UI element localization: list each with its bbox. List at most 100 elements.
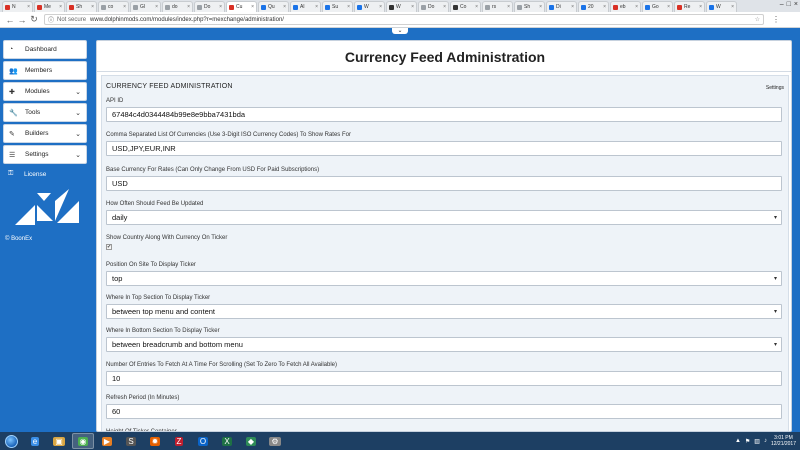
- browser-tab[interactable]: Gl ×: [130, 1, 161, 12]
- forward-icon[interactable]: →: [16, 15, 28, 25]
- show-country-checkbox[interactable]: ✔: [106, 244, 112, 250]
- minimize-icon[interactable]: –: [780, 1, 784, 8]
- excel-icon[interactable]: X: [216, 433, 238, 449]
- text-input[interactable]: USD: [106, 176, 782, 191]
- browser-tab[interactable]: Go ×: [642, 1, 673, 12]
- sublime-icon[interactable]: S: [120, 433, 142, 449]
- start-button[interactable]: [0, 433, 22, 449]
- chrome-icon[interactable]: ◉: [72, 433, 94, 449]
- folder-icon[interactable]: ▣: [48, 433, 70, 449]
- select-field[interactable]: top ▾: [106, 271, 782, 286]
- tool-icon[interactable]: ⚙: [264, 433, 286, 449]
- tab-close-icon[interactable]: ×: [507, 4, 510, 10]
- browser-tab[interactable]: Do ×: [194, 1, 225, 12]
- text-input[interactable]: 67484c4d0344484b99e8e9bba7431bda: [106, 107, 782, 122]
- tab-close-icon[interactable]: ×: [379, 4, 382, 10]
- bookmark-star-icon[interactable]: ☆: [755, 16, 760, 23]
- browser-tab[interactable]: Al ×: [290, 1, 321, 12]
- browser-tab[interactable]: rs ×: [482, 1, 513, 12]
- browser-tab[interactable]: Re ×: [674, 1, 705, 12]
- browser-tab[interactable]: N ×: [2, 1, 33, 12]
- text-input[interactable]: USD,JPY,EUR,INR: [106, 141, 782, 156]
- sidebar-item-modules[interactable]: ✚ Modules ⌄: [3, 82, 87, 101]
- browser-tab[interactable]: Di ×: [546, 1, 577, 12]
- tab-close-icon[interactable]: ×: [27, 4, 30, 10]
- tab-close-icon[interactable]: ×: [699, 4, 702, 10]
- sidebar-item-builders[interactable]: ✎ Builders ⌄: [3, 124, 87, 143]
- tab-close-icon[interactable]: ×: [187, 4, 190, 10]
- browser-tab[interactable]: Sh ×: [514, 1, 545, 12]
- info-icon[interactable]: ⓘ: [48, 15, 54, 24]
- tab-close-icon[interactable]: ×: [571, 4, 574, 10]
- tab-close-icon[interactable]: ×: [155, 4, 158, 10]
- tab-favicon-icon: [5, 4, 10, 10]
- close-window-icon[interactable]: ×: [794, 1, 798, 8]
- text-input[interactable]: 60: [106, 404, 782, 419]
- ie-icon[interactable]: e: [24, 433, 46, 449]
- top-panel-toggle-icon[interactable]: ⌄: [392, 28, 408, 34]
- tab-close-icon[interactable]: ×: [539, 4, 542, 10]
- browser-tab[interactable]: Do ×: [418, 1, 449, 12]
- network-icon[interactable]: ▥: [754, 438, 760, 445]
- settings-link[interactable]: Settings: [766, 85, 784, 91]
- sidebar-item-license[interactable]: ⚿ License: [3, 166, 87, 182]
- sidebar-item-tools[interactable]: 🔧 Tools ⌄: [3, 103, 87, 122]
- maximize-icon[interactable]: □: [787, 1, 791, 8]
- back-icon[interactable]: ←: [4, 15, 16, 25]
- tab-close-icon[interactable]: ×: [347, 4, 350, 10]
- sidebar-item-members[interactable]: 👥 Members: [3, 61, 87, 80]
- field-label: Position On Site To Display Ticker: [106, 262, 196, 268]
- tab-close-icon[interactable]: ×: [251, 4, 254, 10]
- form-field: Where In Top Section To Display Ticker be…: [106, 295, 782, 319]
- browser-tab[interactable]: W ×: [386, 1, 417, 12]
- firefox-icon[interactable]: ✹: [144, 433, 166, 449]
- browser-menu-icon[interactable]: ⋮: [772, 15, 780, 24]
- flag-icon[interactable]: ⚑: [745, 438, 750, 445]
- select-field[interactable]: between breadcrumb and bottom menu ▾: [106, 337, 782, 352]
- browser-tab[interactable]: Me ×: [34, 1, 65, 12]
- tab-close-icon[interactable]: ×: [283, 4, 286, 10]
- media-icon[interactable]: ▶: [96, 433, 118, 449]
- address-bar[interactable]: ⓘ Not secure www.dolphinmods.com/modules…: [44, 14, 764, 25]
- tab-close-icon[interactable]: ×: [667, 4, 670, 10]
- tab-close-icon[interactable]: ×: [315, 4, 318, 10]
- browser-tab[interactable]: do ×: [162, 1, 193, 12]
- browser-tab[interactable]: Co ×: [450, 1, 481, 12]
- tab-close-icon[interactable]: ×: [219, 4, 222, 10]
- tray-arrow-icon[interactable]: ▲: [735, 438, 741, 444]
- sidebar-item-dashboard[interactable]: ◔ Dashboard: [3, 40, 87, 59]
- tab-label: Co: [460, 4, 467, 10]
- game-icon[interactable]: ◆: [240, 433, 262, 449]
- outlook-icon[interactable]: O: [192, 433, 214, 449]
- text-input[interactable]: 10: [106, 371, 782, 386]
- browser-tab[interactable]: co ×: [98, 1, 129, 12]
- clock[interactable]: 3:01 PM 12/21/2017: [771, 435, 796, 447]
- dropdown-caret-icon: ▾: [773, 215, 777, 221]
- sidebar-item-label: Modules: [25, 88, 50, 95]
- tab-close-icon[interactable]: ×: [731, 4, 734, 10]
- browser-tab[interactable]: Cu ×: [226, 1, 257, 12]
- filezilla-icon[interactable]: Z: [168, 433, 190, 449]
- tab-close-icon[interactable]: ×: [475, 4, 478, 10]
- tab-close-icon[interactable]: ×: [91, 4, 94, 10]
- sidebar-item-settings[interactable]: ☰ Settings ⌄: [3, 145, 87, 164]
- browser-tab[interactable]: Qu ×: [258, 1, 289, 12]
- tab-close-icon[interactable]: ×: [443, 4, 446, 10]
- tab-close-icon[interactable]: ×: [635, 4, 638, 10]
- browser-tab[interactable]: Sh ×: [66, 1, 97, 12]
- browser-tab[interactable]: W ×: [706, 1, 737, 12]
- browser-tab[interactable]: 20 ×: [578, 1, 609, 12]
- tab-close-icon[interactable]: ×: [123, 4, 126, 10]
- browser-tab[interactable]: eb ×: [610, 1, 641, 12]
- chevron-down-icon: ⌄: [75, 109, 81, 117]
- tab-close-icon[interactable]: ×: [603, 4, 606, 10]
- select-field[interactable]: between top menu and content ▾: [106, 304, 782, 319]
- browser-tab[interactable]: Su ×: [322, 1, 353, 12]
- tab-close-icon[interactable]: ×: [59, 4, 62, 10]
- volume-icon[interactable]: ♪: [764, 438, 767, 444]
- select-field[interactable]: daily ▾: [106, 210, 782, 225]
- sidebar-item-label: Dashboard: [25, 46, 57, 53]
- tab-close-icon[interactable]: ×: [411, 4, 414, 10]
- browser-tab[interactable]: W ×: [354, 1, 385, 12]
- reload-icon[interactable]: ↻: [28, 14, 40, 25]
